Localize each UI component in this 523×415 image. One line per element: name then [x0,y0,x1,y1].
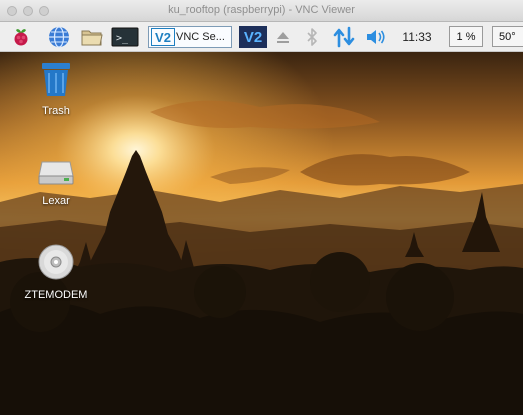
eject-icon[interactable] [272,25,294,49]
taskbar-task-vnc-server[interactable]: V2 VNC Se... [148,26,232,48]
file-manager-icon[interactable] [78,25,106,49]
window-title: ku_rooftop (raspberrypi) - VNC Viewer [168,4,355,16]
taskbar: >_ V2 VNC Se... V2 11:33 1 % 50° [0,22,523,52]
cpu-usage-monitor[interactable]: 1 % [449,26,483,47]
desktop[interactable]: Trash Lexar ZTEMODEM [0,52,523,415]
network-icon[interactable] [331,25,357,49]
volume-icon[interactable] [364,25,388,49]
desktop-icon-lexar[interactable]: Lexar [20,154,92,207]
cpu-usage-text: 1 % [456,30,476,43]
clock-text: 11:33 [402,30,432,44]
desktop-icon-label: Lexar [42,195,70,207]
drive-icon [38,161,74,185]
vnc-server-tray-icon[interactable]: V2 [238,25,268,49]
window-title-bar[interactable]: ku_rooftop (raspberrypi) - VNC Viewer [0,0,523,22]
cpu-temperature-monitor[interactable]: 50° [492,26,523,47]
raspberry-menu-icon[interactable] [8,25,34,49]
desktop-icon-label: Trash [42,105,70,117]
clock[interactable]: 11:33 [396,25,438,49]
disc-icon [38,244,74,280]
svg-text:>_: >_ [116,33,129,44]
desktop-icon-ztemodem[interactable]: ZTEMODEM [20,242,92,301]
task-label: VNC Se... [176,31,225,43]
bluetooth-icon[interactable] [302,25,322,49]
desktop-icon-trash[interactable]: Trash [20,60,92,117]
desktop-icon-label: ZTEMODEM [24,289,88,301]
terminal-icon[interactable]: >_ [110,25,140,49]
web-browser-icon[interactable] [46,25,72,49]
trash-icon [42,63,70,96]
temperature-text: 50° [499,30,516,43]
vnc-logo-icon: V2 [151,28,175,46]
